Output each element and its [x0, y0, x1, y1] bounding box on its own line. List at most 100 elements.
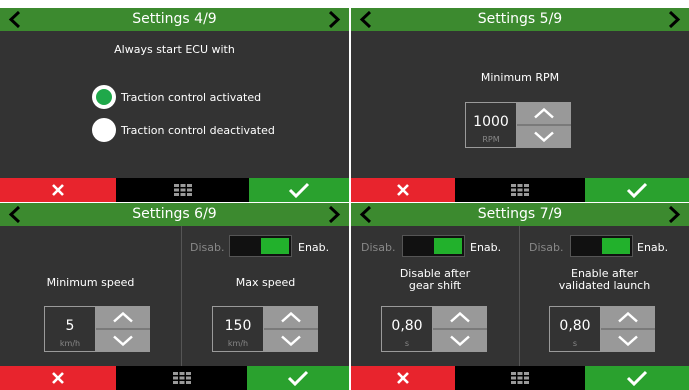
enable-after-stepper: [601, 306, 655, 352]
option-label: Traction control deactivated: [121, 123, 275, 137]
max-speed-value: 150: [224, 318, 252, 334]
rpm-value-field[interactable]: 1000 RPM: [465, 102, 517, 148]
confirm-button[interactable]: [585, 178, 689, 202]
rpm-value: 1000: [473, 114, 509, 130]
menu-button[interactable]: [455, 366, 585, 390]
x-icon: [52, 372, 64, 384]
rpm-unit: RPM: [482, 135, 500, 144]
screen-header: Settings 5/9: [351, 8, 689, 31]
decrement-button[interactable]: [264, 330, 318, 352]
prompt-text: Always start ECU with: [114, 43, 235, 56]
disable-after-unit: s: [404, 339, 410, 348]
max-speed-unit: km/h: [227, 339, 249, 348]
disable-after-stepper: [433, 306, 487, 352]
toggle-on-label: Enab.: [470, 241, 502, 254]
check-icon: [288, 182, 310, 198]
confirm-button[interactable]: [249, 178, 349, 202]
disable-after-value: 0,80: [391, 318, 423, 334]
menu-button[interactable]: [116, 178, 249, 202]
screen-footer: [351, 178, 689, 202]
option-activated[interactable]: Traction control activated: [92, 85, 261, 109]
decrement-button[interactable]: [433, 330, 487, 352]
chevron-up-icon: [534, 107, 554, 119]
max-speed-stepper: [264, 306, 318, 352]
confirm-button[interactable]: [247, 366, 349, 390]
cancel-button[interactable]: [351, 178, 455, 202]
chevron-up-icon: [113, 311, 133, 323]
toggle-off-label: Disab.: [361, 241, 396, 254]
screen-title: Settings 6/9: [132, 206, 217, 222]
decrement-button[interactable]: [601, 330, 655, 352]
max-speed-toggle[interactable]: [229, 235, 292, 257]
increment-button[interactable]: [601, 306, 655, 328]
disable-after-label-line2: gear shift: [408, 279, 462, 292]
cancel-button[interactable]: [351, 366, 455, 390]
increment-button[interactable]: [433, 306, 487, 328]
screen-header: Settings 4/9: [0, 8, 349, 31]
screen-header: Settings 7/9: [351, 203, 689, 226]
max-speed-value-field[interactable]: 150 km/h: [212, 306, 264, 352]
settings-screen-7: Settings 7/9 Disab. Enab. Disable after …: [351, 203, 689, 390]
menu-button[interactable]: [455, 178, 585, 202]
grid-icon: [172, 372, 191, 384]
min-speed-stepper: [96, 306, 150, 352]
column-divider: [181, 226, 182, 366]
screen-header: Settings 6/9: [0, 203, 349, 226]
x-icon: [52, 184, 64, 196]
min-speed-value-field[interactable]: 5 km/h: [44, 306, 96, 352]
enable-after-value-field[interactable]: 0,80 s: [549, 306, 601, 352]
screen-title: Settings 4/9: [132, 11, 217, 27]
grid-icon: [511, 184, 529, 196]
settings-screen-4: Settings 4/9 Always start ECU with Tract…: [0, 8, 349, 202]
chevron-up-icon: [450, 311, 470, 323]
toggle-knob: [261, 238, 289, 254]
radio-button[interactable]: [92, 118, 116, 142]
grid-icon: [173, 184, 192, 196]
cancel-button[interactable]: [0, 178, 116, 202]
increment-button[interactable]: [517, 102, 571, 124]
cancel-button[interactable]: [0, 366, 116, 390]
settings-screen-5: Settings 5/9 Minimum RPM 1000 RPM: [351, 8, 689, 202]
option-deactivated[interactable]: Traction control deactivated: [92, 118, 275, 142]
menu-button[interactable]: [116, 366, 247, 390]
increment-button[interactable]: [264, 306, 318, 328]
chevron-right-icon[interactable]: [326, 11, 342, 28]
chevron-down-icon: [534, 131, 554, 143]
screen-footer: [351, 366, 689, 390]
chevron-up-icon: [618, 311, 638, 323]
max-speed-label: Max speed: [235, 276, 296, 289]
screen-footer: [0, 178, 349, 202]
screen-footer: [0, 366, 349, 390]
min-speed-label: Minimum speed: [46, 276, 135, 289]
check-icon: [287, 370, 309, 386]
enable-after-label-line2: validated launch: [558, 279, 651, 292]
option-label: Traction control activated: [121, 90, 262, 104]
toggle-on-label: Enab.: [637, 241, 669, 254]
chevron-down-icon: [450, 335, 470, 347]
disable-after-shift-toggle[interactable]: [402, 235, 465, 257]
toggle-on-label: Enab.: [298, 241, 330, 254]
toggle-off-label: Disab.: [190, 241, 225, 254]
decrement-button[interactable]: [96, 330, 150, 352]
chevron-right-icon[interactable]: [666, 11, 682, 28]
chevron-right-icon[interactable]: [326, 206, 342, 223]
enable-after-launch-toggle[interactable]: [570, 235, 633, 257]
screen-title: Settings 7/9: [477, 206, 563, 222]
enable-after-unit: s: [572, 339, 578, 348]
disable-after-value-field[interactable]: 0,80 s: [381, 306, 433, 352]
chevron-down-icon: [618, 335, 638, 347]
chevron-up-icon: [281, 311, 301, 323]
rpm-stepper: [517, 102, 571, 148]
decrement-button[interactable]: [517, 126, 571, 148]
field-label: Minimum RPM: [480, 71, 560, 84]
column-divider: [519, 226, 520, 366]
screen-title: Settings 5/9: [477, 11, 563, 27]
radio-button-selected[interactable]: [92, 85, 116, 109]
settings-screen-6: Settings 6/9 Minimum speed 5 km/h Disab.…: [0, 203, 349, 390]
check-icon: [626, 370, 648, 386]
chevron-right-icon[interactable]: [666, 206, 682, 223]
grid-icon: [511, 372, 529, 384]
chevron-down-icon: [113, 335, 133, 347]
increment-button[interactable]: [96, 306, 150, 328]
confirm-button[interactable]: [585, 366, 689, 390]
